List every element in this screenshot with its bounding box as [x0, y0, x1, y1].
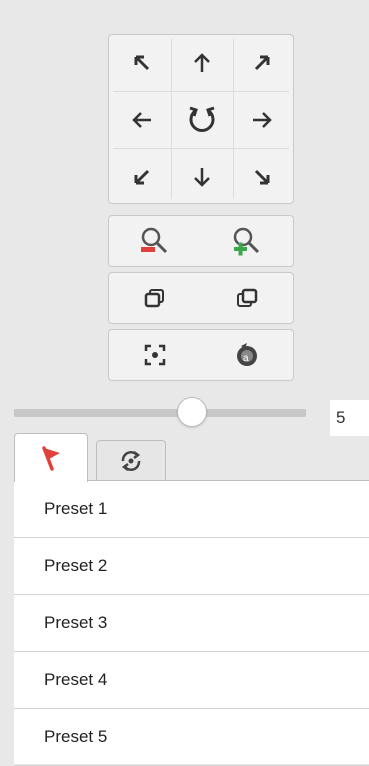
arrow-down-left-icon — [134, 169, 150, 185]
speed-value: 5 — [330, 400, 369, 436]
preset-label: Preset 5 — [44, 727, 108, 746]
zoom-in-button[interactable] — [201, 216, 293, 266]
preset-label: Preset 4 — [44, 670, 108, 689]
divider — [171, 39, 172, 199]
pan-down-left-button[interactable] — [113, 149, 171, 205]
pan-up-button[interactable] — [173, 35, 231, 91]
preset-list: Preset 1 Preset 2 Preset 3 Preset 4 Pres… — [14, 480, 369, 766]
arrow-up-right-icon — [254, 55, 270, 71]
preset-label: Preset 3 — [44, 613, 108, 632]
focus-near-icon — [144, 289, 164, 308]
list-item-preset-3[interactable]: Preset 3 — [14, 595, 369, 652]
iris-controls: a — [108, 329, 294, 381]
arrow-down-right-icon — [254, 169, 270, 185]
focus-far-icon — [237, 288, 258, 307]
patrol-icon — [121, 450, 141, 471]
preset-label: Preset 1 — [44, 499, 108, 518]
pan-down-button[interactable] — [173, 149, 231, 205]
tab-patrol[interactable] — [96, 440, 166, 480]
pan-up-left-button[interactable] — [113, 35, 171, 91]
list-item-preset-2[interactable]: Preset 2 — [14, 538, 369, 595]
arrow-up-left-icon — [134, 55, 150, 71]
pan-up-right-button[interactable] — [233, 35, 291, 91]
tab-presets[interactable] — [14, 433, 88, 482]
zoom-out-icon — [141, 227, 168, 254]
rotate-icon — [189, 106, 215, 132]
preset-label: Preset 2 — [44, 556, 108, 575]
speed-slider-track[interactable] — [14, 409, 306, 417]
focus-near-button[interactable] — [109, 273, 201, 323]
zoom-controls — [108, 215, 294, 267]
iris-close-button[interactable]: a — [201, 330, 293, 380]
list-item-preset-5[interactable]: Preset 5 — [14, 709, 369, 766]
list-item-preset-1[interactable]: Preset 1 — [14, 481, 369, 538]
arrow-up-icon — [194, 53, 210, 72]
auto-rotate-button[interactable] — [173, 92, 231, 148]
focus-controls — [108, 272, 294, 324]
svg-text:a: a — [243, 353, 249, 364]
list-item-preset-4[interactable]: Preset 4 — [14, 652, 369, 709]
iris-close-icon: a — [237, 343, 257, 366]
iris-open-icon — [144, 344, 166, 366]
pan-down-right-button[interactable] — [233, 149, 291, 205]
arrow-right-icon — [253, 112, 272, 128]
pan-right-button[interactable] — [233, 92, 291, 148]
red-flag-icon — [42, 446, 60, 471]
iris-open-button[interactable] — [109, 330, 201, 380]
focus-far-button[interactable] — [201, 273, 293, 323]
zoom-in-icon — [233, 227, 260, 256]
zoom-out-button[interactable] — [109, 216, 201, 266]
ptz-direction-pad — [108, 34, 294, 204]
arrow-down-icon — [194, 168, 210, 187]
pan-left-button[interactable] — [113, 92, 171, 148]
arrow-left-icon — [132, 112, 151, 128]
speed-slider-thumb[interactable] — [177, 397, 208, 427]
